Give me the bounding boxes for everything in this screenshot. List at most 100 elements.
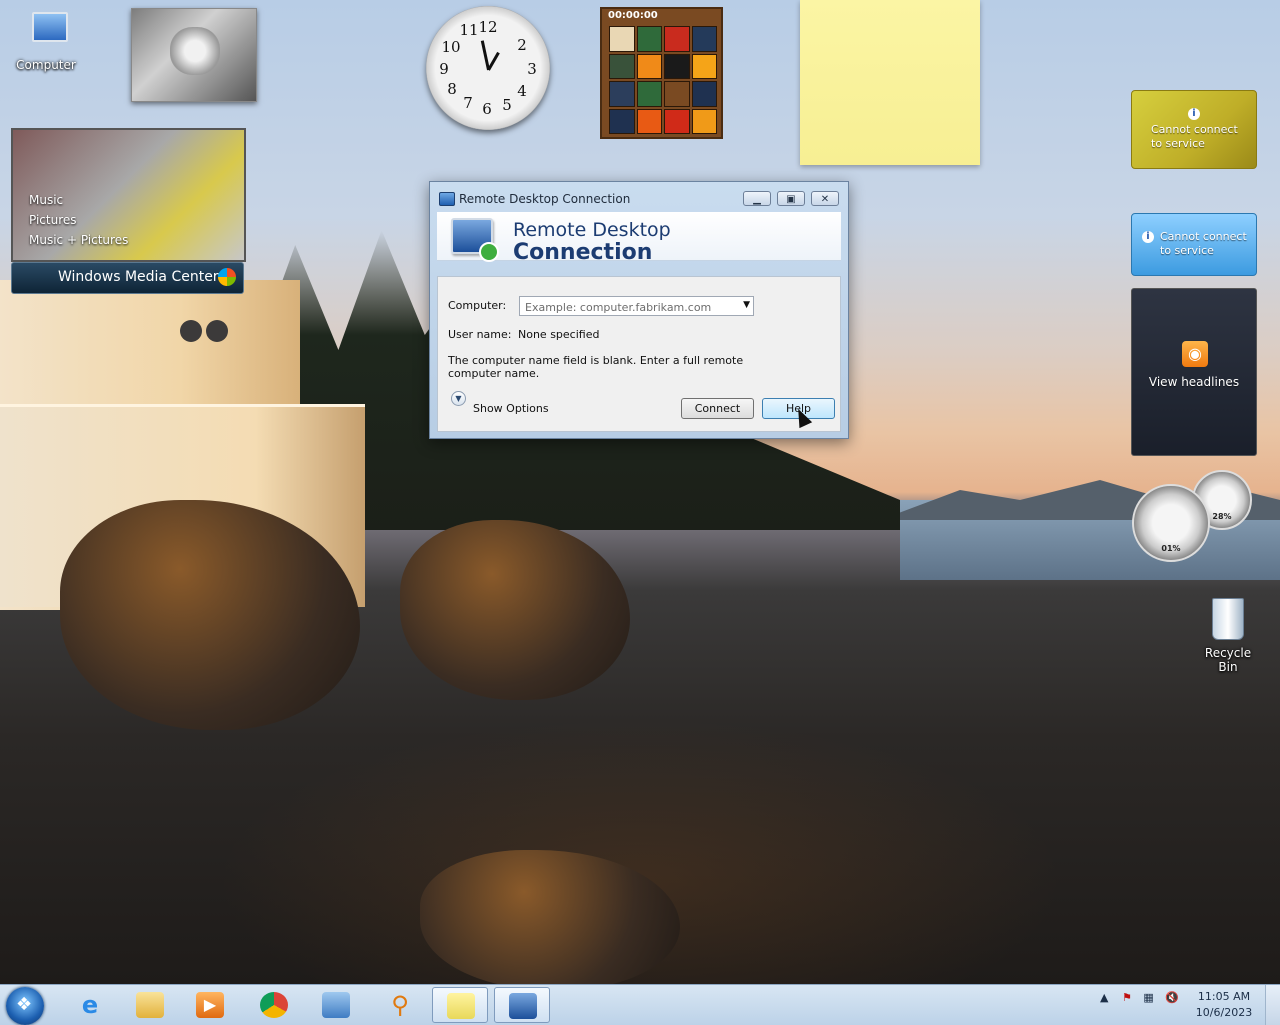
banner-title-line2: Connection: [513, 240, 653, 265]
dialog-body: Computer: ▼ User name: None specified Th…: [437, 276, 841, 432]
volume-muted-icon[interactable]: 🔇: [1165, 991, 1179, 1004]
wallpaper-rock: [400, 520, 630, 700]
clock-hour-hand: [487, 51, 500, 71]
media-center-bar-label: Windows Media Center: [58, 269, 219, 285]
chevron-down-icon[interactable]: ▼: [743, 300, 750, 310]
slideshow-gadget[interactable]: [131, 8, 257, 102]
recycle-bin-icon: [1212, 598, 1244, 640]
windows-logo-icon: [218, 268, 236, 286]
puzzle-tile[interactable]: [664, 53, 690, 79]
folder-icon: [136, 992, 164, 1018]
rss-feed-icon: ◉: [1182, 341, 1208, 367]
weather-message: Cannot connect to service: [1151, 123, 1238, 150]
weather-gadget[interactable]: i Cannot connect to service: [1131, 90, 1257, 169]
computer-label: Computer:: [448, 299, 507, 312]
taskbar-search[interactable]: ⚲: [372, 987, 428, 1023]
puzzle-tile[interactable]: [664, 108, 690, 134]
expand-options-icon[interactable]: ▼: [451, 391, 466, 406]
blank-computer-message: The computer name field is blank. Enter …: [448, 354, 744, 380]
clock-time: 11:05 AM: [1197, 990, 1251, 1003]
search-icon: ⚲: [391, 991, 409, 1019]
computer-desktop-icon[interactable]: Computer: [10, 8, 82, 74]
taskbar-remote-desktop[interactable]: [494, 987, 550, 1023]
dialog-banner: Remote Desktop Connection: [437, 212, 841, 265]
desktop: Computer Recycle Bin 12 2 3 4 5 6 7 8 9 …: [0, 0, 1280, 984]
computer-icon-label: Computer: [16, 58, 76, 72]
chrome-icon: [260, 992, 288, 1018]
puzzle-tile[interactable]: [664, 81, 690, 107]
windows-logo-icon: ❖: [16, 994, 33, 1015]
puzzle-tile[interactable]: [636, 26, 662, 52]
restore-button[interactable]: ▣: [777, 191, 805, 206]
clock-date: 10/6/2023: [1195, 1006, 1253, 1019]
puzzle-tile[interactable]: [691, 81, 717, 107]
media-center-bar[interactable]: Windows Media Center: [11, 262, 244, 294]
taskbar: ❖ e ▶ ⚲ ▲ ⚑ ▦ 🔇 11:05 AM 10/6/2023: [0, 984, 1280, 1025]
info-icon: i: [1188, 108, 1200, 120]
puzzle-tile[interactable]: [636, 81, 662, 107]
view-headlines-link[interactable]: View headlines: [1132, 375, 1256, 389]
recycle-bin-desktop-icon[interactable]: Recycle Bin: [1194, 596, 1262, 674]
show-options-link[interactable]: Show Options: [473, 402, 549, 415]
cpu-meter-gadget[interactable]: 28% 01%: [1130, 468, 1256, 564]
control-panel-icon: [322, 992, 350, 1018]
action-center-flag-icon[interactable]: ⚑: [1122, 991, 1132, 1004]
computer-input[interactable]: [523, 298, 737, 316]
cpu-meter-value: 01%: [1161, 544, 1181, 553]
system-tray: ▲ ⚑ ▦ 🔇: [1100, 991, 1179, 1004]
start-button[interactable]: ❖: [6, 987, 44, 1025]
username-label: User name:: [448, 328, 512, 341]
koala-photo: [170, 27, 220, 75]
remote-desktop-icon: [509, 993, 537, 1019]
connect-button[interactable]: Connect: [681, 398, 754, 419]
close-button[interactable]: ✕: [811, 191, 839, 206]
cpu-meter: 01%: [1132, 484, 1210, 562]
show-desktop-button[interactable]: [1265, 985, 1280, 1025]
puzzle-tile[interactable]: [691, 53, 717, 79]
picture-puzzle-gadget[interactable]: 00:00:00: [600, 7, 723, 139]
remote-desktop-title-icon: [439, 192, 455, 206]
puzzle-tile[interactable]: [609, 81, 635, 107]
taskbar-clock[interactable]: 11:05 AM 10/6/2023: [1193, 989, 1255, 1021]
internet-explorer-icon: e: [81, 991, 99, 1019]
minimize-button[interactable]: ▁: [743, 191, 771, 206]
username-value: None specified: [518, 328, 600, 341]
taskbar-chrome[interactable]: [246, 987, 302, 1023]
taskbar-control-panel[interactable]: [308, 987, 364, 1023]
puzzle-tile[interactable]: [636, 108, 662, 134]
computer-icon: [32, 12, 68, 42]
computer-combobox[interactable]: ▼: [519, 296, 754, 316]
puzzle-tile[interactable]: [609, 108, 635, 134]
lighthouse-window: [180, 320, 202, 342]
media-center-item-music[interactable]: Music: [29, 193, 63, 207]
puzzle-tile[interactable]: [609, 53, 635, 79]
puzzle-tile[interactable]: [609, 26, 635, 52]
remote-desktop-dialog: Remote Desktop Connection ▁ ▣ ✕ Remote D…: [429, 181, 849, 439]
puzzle-tile[interactable]: [691, 26, 717, 52]
puzzle-tile[interactable]: [664, 26, 690, 52]
clock-gadget[interactable]: 12 2 3 4 5 6 7 8 9 10 11: [426, 6, 550, 130]
puzzle-grid: [609, 26, 717, 134]
media-center-item-pictures[interactable]: Pictures: [29, 213, 77, 227]
feed-headlines-gadget[interactable]: ◉ View headlines: [1131, 288, 1257, 456]
taskbar-sticky-notes[interactable]: [432, 987, 488, 1023]
puzzle-timer: 00:00:00: [608, 10, 658, 21]
currency-gadget[interactable]: i Cannot connect to service: [1131, 213, 1257, 276]
taskbar-media-player[interactable]: ▶: [182, 987, 238, 1023]
media-center-item-music-pictures[interactable]: Music + Pictures: [29, 233, 128, 247]
info-icon: i: [1142, 231, 1154, 243]
puzzle-tile[interactable]: [691, 108, 717, 134]
sticky-note[interactable]: [800, 0, 980, 165]
media-center-gadget[interactable]: Music Pictures Music + Pictures: [11, 128, 246, 262]
taskbar-internet-explorer[interactable]: e: [62, 987, 118, 1023]
dialog-titlebar[interactable]: Remote Desktop Connection ▁ ▣ ✕: [430, 182, 848, 212]
media-player-icon: ▶: [196, 992, 224, 1018]
puzzle-tile[interactable]: [636, 53, 662, 79]
network-icon[interactable]: ▦: [1143, 991, 1153, 1004]
recycle-bin-icon-label: Recycle Bin: [1204, 646, 1252, 674]
wallpaper-rock: [420, 850, 680, 984]
dialog-title: Remote Desktop Connection: [459, 192, 631, 206]
taskbar-file-explorer[interactable]: [122, 987, 178, 1023]
chevron-up-icon[interactable]: ▲: [1100, 991, 1108, 1004]
currency-message: Cannot connect to service: [1160, 230, 1247, 257]
